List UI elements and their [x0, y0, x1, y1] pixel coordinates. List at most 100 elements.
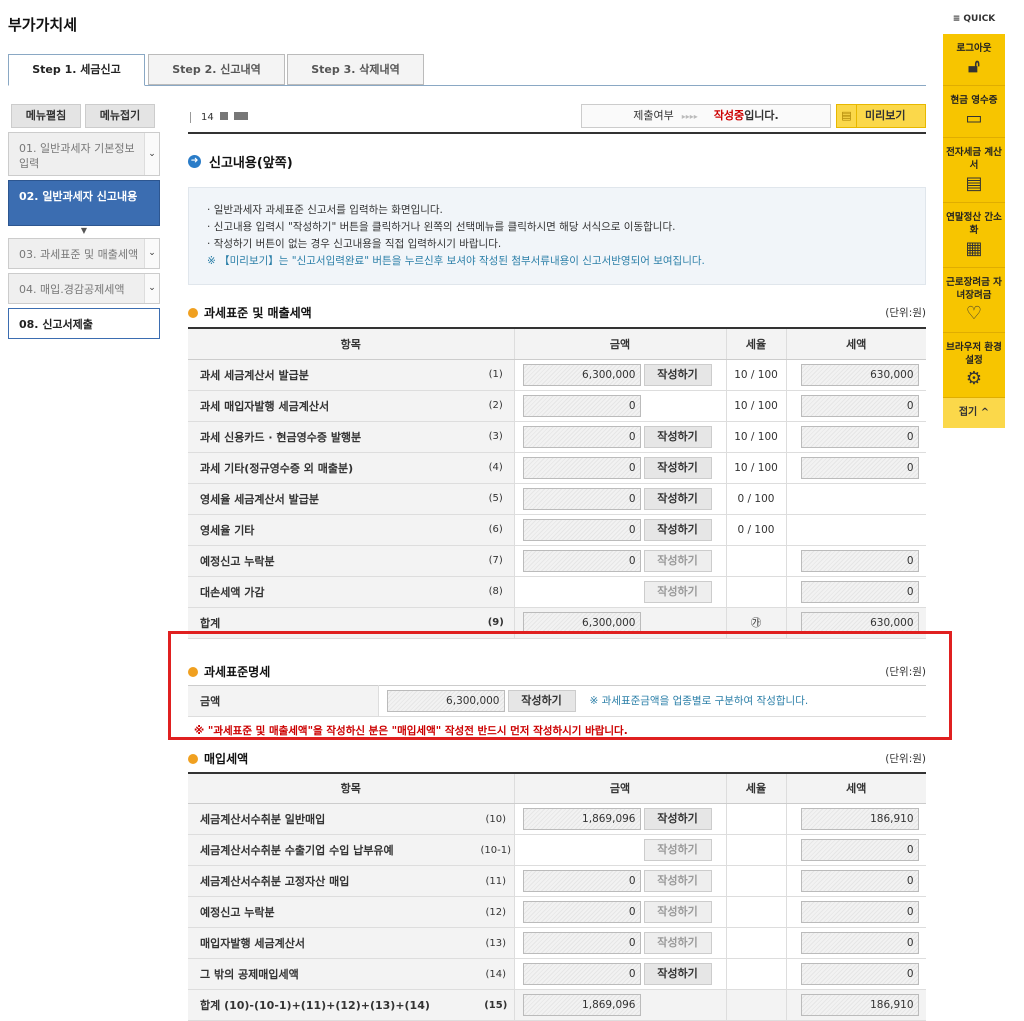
sidebar-item-purchase-tax[interactable]: 04. 매입.경감공제세액⌄ — [8, 273, 160, 304]
table-row: 대손세액 가감(8)작성하기0 — [188, 576, 926, 607]
amount-input[interactable]: 0 — [523, 457, 641, 479]
amount-input[interactable]: 0 — [523, 963, 641, 985]
row-label: 과세 매입자발행 세금계산서 — [188, 390, 478, 421]
table-row: 세금계산서수취분 고정자산 매입(11)0작성하기0 — [188, 866, 926, 897]
quick-browser-settings[interactable]: 브라우저 환경설정⚙ — [943, 333, 1005, 398]
amount-input[interactable]: 0 — [523, 488, 641, 510]
section-title: 신고내용(앞쪽) — [209, 152, 293, 171]
amount-input[interactable]: 1,869,096 — [523, 808, 641, 830]
table-row: 그 밖의 공제매입세액(14)0작성하기0 — [188, 959, 926, 990]
write-button[interactable]: 작성하기 — [644, 519, 712, 541]
write-button[interactable]: 작성하기 — [644, 426, 712, 448]
amount-input[interactable]: 0 — [523, 870, 641, 892]
bullet-icon — [188, 754, 198, 764]
quick-incentive[interactable]: 근로장려금 자녀장려금♡ — [943, 268, 1005, 333]
tax-input: 186,910 — [801, 994, 919, 1016]
row-label: 예정신고 누락분 — [188, 897, 478, 928]
quick-e-invoice[interactable]: 전자세금 계산서▤ — [943, 138, 1005, 203]
quick-cash-receipt[interactable]: 현금 영수증▭ — [943, 86, 1005, 138]
amount-input[interactable]: 6,300,000 — [523, 364, 641, 386]
menu-collapse-button[interactable]: 메뉴접기 — [85, 104, 155, 128]
tax-rate — [726, 990, 786, 1021]
sidebar-item-report[interactable]: 02. 일반과세자 신고내용 — [8, 180, 160, 226]
tax-rate — [726, 959, 786, 990]
write-button[interactable]: 작성하기 — [644, 870, 712, 892]
tax-input[interactable]: 0 — [801, 426, 919, 448]
row-number: (5) — [478, 483, 514, 514]
write-button[interactable]: 작성하기 — [644, 457, 712, 479]
tax-input[interactable]: 630,000 — [801, 364, 919, 386]
row-number: (11) — [478, 866, 514, 897]
tab-step3[interactable]: Step 3. 삭제내역 — [287, 54, 424, 85]
tax-rate: 10 / 100 — [726, 421, 786, 452]
tax-rate — [726, 835, 786, 866]
table-row: 과세 신용카드 · 현금영수증 발행분(3)0작성하기10 / 1000 — [188, 421, 926, 452]
amount-input[interactable]: 0 — [523, 395, 641, 417]
table-row: 합계 (10)-(10-1)+(11)+(12)+(13)+(14)(15)1,… — [188, 990, 926, 1021]
tax-input[interactable]: 0 — [801, 963, 919, 985]
tab-step2[interactable]: Step 2. 신고내역 — [148, 54, 285, 85]
sidebar-item-submit[interactable]: 08. 신고서제출 — [8, 308, 160, 339]
quick-fold-button[interactable]: 접기 ^ — [943, 398, 1005, 428]
tax-rate — [726, 804, 786, 835]
tax-input[interactable]: 0 — [801, 932, 919, 954]
sales-table: 항목금액세율세액 과세 세금계산서 발급분(1)6,300,000작성하기10 … — [188, 327, 926, 639]
row-number: (10) — [478, 804, 514, 835]
write-button[interactable]: 작성하기 — [644, 839, 712, 861]
sidebar: 메뉴펼침메뉴접기 01. 일반과세자 기본정보 입력 ⌄ 02. 일반과세자 신고… — [8, 104, 160, 339]
chevron-down-icon[interactable]: ⌄ — [144, 274, 159, 303]
tab-step1[interactable]: Step 1. 세금신고 — [8, 54, 145, 86]
bullet-icon — [188, 308, 198, 318]
write-button[interactable]: 작성하기 — [644, 550, 712, 572]
menu-expand-button[interactable]: 메뉴펼침 — [11, 104, 81, 128]
sidebar-item-label: 01. 일반과세자 기본정보 입력 — [19, 142, 135, 170]
purchase-title: 매입세액 — [204, 752, 248, 766]
receipt-search-icon: ▭ — [945, 107, 1003, 131]
row-label: 예정신고 누락분 — [188, 545, 478, 576]
chevron-down-icon[interactable]: ⌄ — [144, 133, 159, 175]
write-button[interactable]: 작성하기 — [644, 488, 712, 510]
unit-label: (단위:원) — [885, 305, 926, 320]
unlock-icon: 🔓︎ — [945, 55, 1003, 79]
preview-button[interactable]: ▤미리보기 — [836, 104, 926, 128]
table-row: 과세 기타(정규영수증 외 매출분)(4)0작성하기10 / 1000 — [188, 452, 926, 483]
quick-year-end[interactable]: 연말정산 간소화▦ — [943, 203, 1005, 268]
write-button[interactable]: 작성하기 — [644, 808, 712, 830]
quick-menu: ≡ QUICK 로그아웃🔓︎ 현금 영수증▭ 전자세금 계산서▤ 연말정산 간소… — [943, 14, 1005, 428]
write-button[interactable]: 작성하기 — [644, 963, 712, 985]
tax-input[interactable]: 0 — [801, 839, 919, 861]
write-button[interactable]: 작성하기 — [644, 364, 712, 386]
quick-logout[interactable]: 로그아웃🔓︎ — [943, 34, 1005, 86]
amount-input[interactable]: 0 — [523, 426, 641, 448]
tax-input[interactable]: 0 — [801, 581, 919, 603]
tax-input[interactable]: 0 — [801, 395, 919, 417]
tax-rate — [726, 897, 786, 928]
amount-input[interactable]: 0 — [523, 519, 641, 541]
tax-rate: 0 / 100 — [726, 514, 786, 545]
amount-input[interactable]: 0 — [523, 901, 641, 923]
down-arrow-icon: ▼ — [8, 228, 160, 234]
quick-title: ≡ QUICK — [943, 14, 1005, 34]
tax-input[interactable]: 0 — [801, 901, 919, 923]
write-button[interactable]: 작성하기 — [644, 932, 712, 954]
step-tabs: Step 1. 세금신고 Step 2. 신고내역 Step 3. 삭제내역 — [8, 54, 926, 86]
sidebar-item-basic-info[interactable]: 01. 일반과세자 기본정보 입력 ⌄ — [8, 132, 160, 176]
amount-input[interactable]: 0 — [523, 932, 641, 954]
table-row: 매입자발행 세금계산서(13)0작성하기0 — [188, 928, 926, 959]
write-button[interactable]: 작성하기 — [644, 901, 712, 923]
write-button[interactable]: 작성하기 — [644, 581, 712, 603]
tax-input[interactable]: 186,910 — [801, 808, 919, 830]
tax-rate: 10 / 100 — [726, 452, 786, 483]
tax-input[interactable]: 0 — [801, 457, 919, 479]
sidebar-item-sales-tax[interactable]: 03. 과세표준 및 매출세액⌄ — [8, 238, 160, 269]
row-label: 과세 기타(정규영수증 외 매출분) — [188, 452, 478, 483]
tax-rate: 0 / 100 — [726, 483, 786, 514]
sidebar-item-label: 08. 신고서제출 — [19, 318, 93, 331]
tax-rate — [726, 866, 786, 897]
tax-input[interactable]: 0 — [801, 870, 919, 892]
amount-input[interactable]: 0 — [523, 550, 641, 572]
row-label: 과세 신용카드 · 현금영수증 발행분 — [188, 421, 478, 452]
tax-input[interactable]: 0 — [801, 550, 919, 572]
row-number: (13) — [478, 928, 514, 959]
chevron-down-icon[interactable]: ⌄ — [144, 239, 159, 268]
